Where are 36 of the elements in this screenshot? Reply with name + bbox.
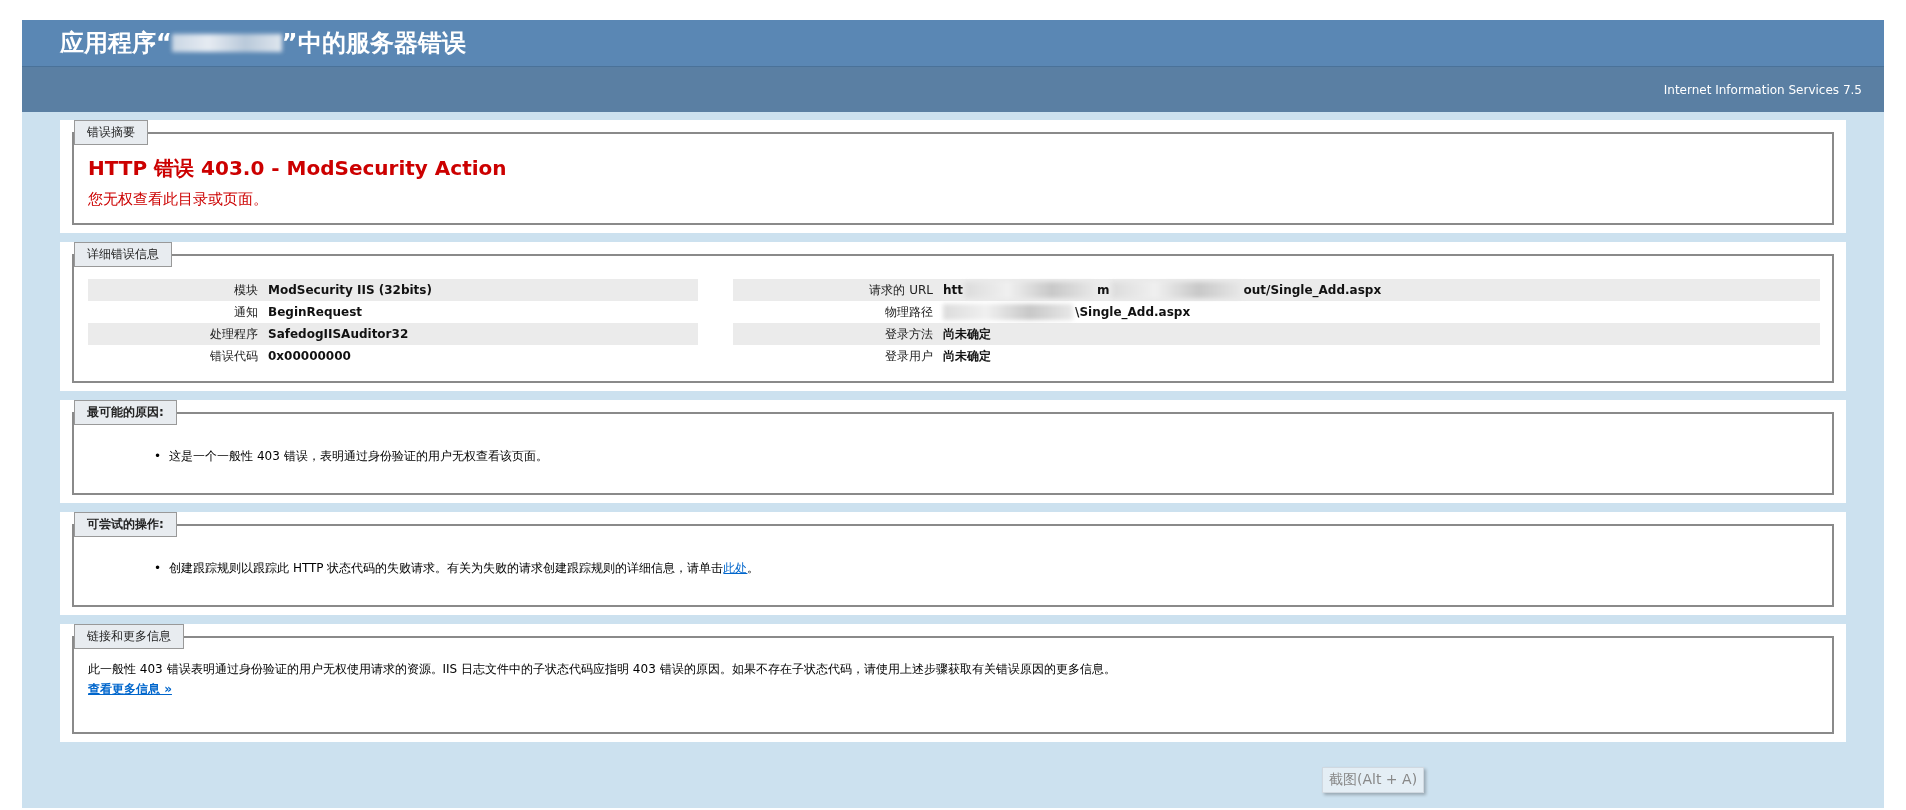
field-value: m [1097,283,1110,297]
field-label: 物理路径 [884,303,933,321]
field-label: 通知 [233,303,258,321]
screenshot-button[interactable]: 截图(Alt + A) [1322,767,1425,793]
info-text: 此一般性 403 错误表明通过身份验证的用户无权使用请求的资源。IIS 日志文件中的子状态代码应指明 403 错误的原因。如果不存在子状态代码，请使用上述步骤获取有关错误原因的更多信息。 [88,661,1117,678]
section-legend: 错误摘要 [74,120,148,145]
field-label: 请求的 URL [868,281,933,299]
page-title: 应用程序“ [60,28,172,59]
page-title: ”中的服务器错误 [281,28,466,59]
field-value: BeginRequest [268,305,363,319]
field-label: 处理程序 [209,325,258,343]
field-label: 错误代码 [209,347,258,365]
field-value: SafedogIISAuditor32 [268,327,409,341]
here-link[interactable]: 此处 [723,561,748,575]
field-value: ModSecurity IIS (32bits) [268,283,432,297]
field-value: out/Single_Add.aspx [1243,283,1382,297]
server-name: Internet Information Services 7.5 [1663,82,1862,97]
more-info-link[interactable]: 查看更多信息 » [88,681,172,698]
bullet: • [154,448,162,465]
bullet: • [154,560,162,577]
field-label: 登录方法 [884,325,933,343]
section-legend: 可尝试的操作: [74,512,177,537]
field-value: 尚未确定 [943,325,991,343]
field-value: htt [943,283,963,297]
error-message: 您无权查看此目录或页面。 [88,190,269,209]
field-value: 尚未确定 [943,347,991,365]
field-label: 登录用户 [884,347,933,365]
section-legend: 链接和更多信息 [74,624,184,649]
section-legend: 详细错误信息 [74,242,172,267]
cause-item: 这是一个一般性 403 错误，表明通过身份验证的用户无权查看该页面。 [169,448,548,465]
field-value: 0x00000000 [268,349,351,363]
error-heading: HTTP 错误 403.0 - ModSecurity Action [88,155,508,182]
section-legend: 最可能的原因: [74,400,177,425]
field-label: 模块 [233,281,258,299]
action-item: 创建跟踪规则以跟踪此 HTTP 状态代码的失败请求。有关为失败的请求创建跟踪规则的详细信息，请单击此处。 [169,560,760,577]
field-value: \Single_Add.aspx [1075,305,1191,319]
